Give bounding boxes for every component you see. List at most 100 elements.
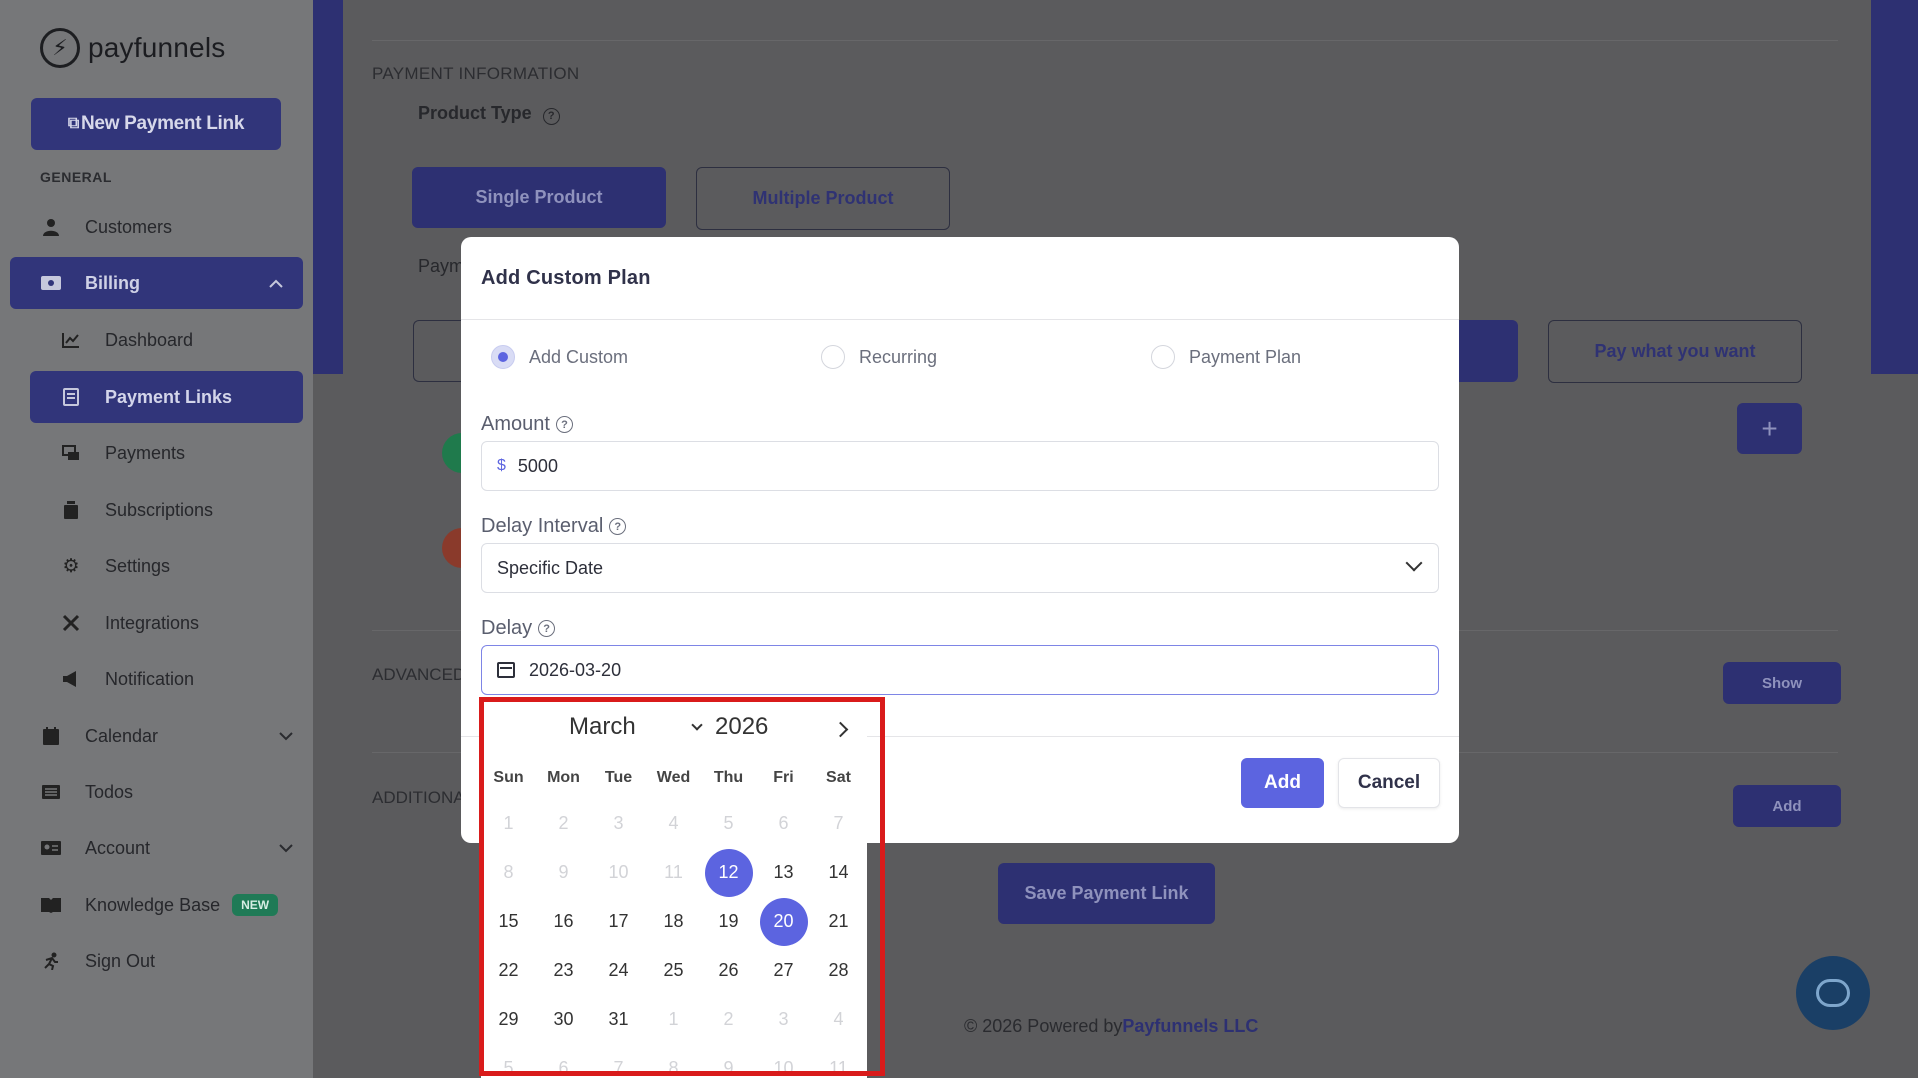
day-cell[interactable]: 24 [591,947,646,995]
day-number[interactable]: 23 [540,947,588,995]
day-number[interactable]: 13 [760,849,808,897]
day-number[interactable]: 8 [650,1045,698,1078]
cancel-button[interactable]: Cancel [1338,758,1440,808]
radio-payment-plan[interactable]: Payment Plan [1151,345,1301,369]
day-cell-next-month[interactable]: 5 [481,1045,536,1078]
day-cell[interactable]: 17 [591,898,646,946]
new-payment-link-button[interactable]: ⧉ New Payment Link [31,98,281,150]
day-number[interactable]: 3 [760,996,808,1044]
day-cell[interactable]: 27 [756,947,811,995]
day-number[interactable]: 7 [595,1045,643,1078]
day-cell[interactable]: 25 [646,947,701,995]
day-cell[interactable]: 22 [481,947,536,995]
day-cell[interactable]: 30 [536,996,591,1044]
day-number[interactable]: 29 [485,996,533,1044]
year-input[interactable]: 2026 [715,713,768,741]
amount-input[interactable]: $ 5000 [481,441,1439,491]
day-cell-next-month[interactable]: 2 [701,996,756,1044]
day-cell[interactable]: 28 [811,947,866,995]
day-cell[interactable]: 21 [811,898,866,946]
footer-brand-link[interactable]: Payfunnels LLC [1122,1016,1258,1036]
sidebar-item-subscriptions[interactable]: Subscriptions [0,484,313,536]
day-cell-next-month[interactable]: 3 [756,996,811,1044]
sidebar-item-payment-links[interactable]: Payment Links [30,371,303,423]
sidebar-item-calendar[interactable]: Calendar [0,710,313,762]
day-number[interactable]: 27 [760,947,808,995]
day-cell[interactable]: 23 [536,947,591,995]
pay-what-you-want-button[interactable]: Pay what you want [1548,320,1802,383]
sidebar-item-notification[interactable]: Notification [0,653,313,705]
sidebar-item-integrations[interactable]: Integrations [0,597,313,649]
day-number[interactable]: 30 [540,996,588,1044]
day-cell[interactable]: 26 [701,947,756,995]
radio-circle[interactable] [491,345,515,369]
add-plan-button[interactable]: + [1737,403,1802,454]
day-cell-next-month[interactable]: 6 [536,1045,591,1078]
day-number[interactable]: 11 [815,1045,863,1078]
chat-widget-button[interactable] [1796,956,1870,1030]
delay-date-input[interactable]: 2026-03-20 [481,645,1439,695]
day-number[interactable]: 5 [485,1045,533,1078]
day-number[interactable]: 26 [705,947,753,995]
single-product-button[interactable]: Single Product [412,167,666,228]
day-number[interactable]: 21 [815,898,863,946]
day-number[interactable]: 16 [540,898,588,946]
sidebar-item-dashboard[interactable]: Dashboard [0,314,313,366]
day-number[interactable]: 9 [705,1045,753,1078]
help-icon[interactable]: ? [538,620,556,637]
day-number[interactable]: 6 [540,1045,588,1078]
day-number[interactable]: 12 [704,848,753,897]
radio-circle[interactable] [1151,345,1175,369]
sidebar-item-todos[interactable]: Todos [0,766,313,818]
delay-interval-select[interactable]: Specific Date [481,543,1439,593]
day-number[interactable]: 24 [595,947,643,995]
multiple-product-button[interactable]: Multiple Product [696,167,950,230]
sidebar-item-customers[interactable]: Customers [0,201,313,253]
day-cell-next-month[interactable]: 9 [701,1045,756,1078]
day-cell[interactable]: 18 [646,898,701,946]
day-number[interactable]: 14 [815,849,863,897]
day-cell-next-month[interactable]: 11 [811,1045,866,1078]
day-number[interactable]: 22 [485,947,533,995]
day-number[interactable]: 15 [485,898,533,946]
day-cell[interactable]: 29 [481,996,536,1044]
save-payment-link-button[interactable]: Save Payment Link [998,863,1215,924]
day-number[interactable]: 4 [815,996,863,1044]
day-cell-next-month[interactable]: 8 [646,1045,701,1078]
sidebar-item-billing[interactable]: Billing [10,257,303,309]
show-advanced-button[interactable]: Show [1723,662,1841,704]
day-number[interactable]: 19 [705,898,753,946]
day-cell-next-month[interactable]: 4 [811,996,866,1044]
day-number[interactable]: 17 [595,898,643,946]
radio-recurring[interactable]: Recurring [821,345,937,369]
day-number[interactable]: 28 [815,947,863,995]
sidebar-item-sign-out[interactable]: Sign Out [0,935,313,987]
day-number[interactable]: 31 [595,996,643,1044]
sidebar-item-settings[interactable]: ⚙ Settings [0,540,313,592]
day-number[interactable]: 25 [650,947,698,995]
chevron-down-icon[interactable] [691,719,703,731]
day-number[interactable]: 18 [650,898,698,946]
day-cell-today[interactable]: 12 [701,848,756,897]
sidebar-item-knowledge-base[interactable]: Knowledge Base NEW [0,879,313,931]
radio-add-custom[interactable]: Add Custom [491,345,628,369]
day-cell[interactable]: 15 [481,898,536,946]
radio-circle[interactable] [821,345,845,369]
next-month-icon[interactable] [832,721,849,738]
brand-logo[interactable]: ⚡ payfunnels [40,28,225,68]
help-icon[interactable]: ? [555,416,573,433]
add-button[interactable]: Add [1241,758,1324,808]
day-number[interactable]: 10 [760,1045,808,1078]
day-cell-next-month[interactable]: 10 [756,1045,811,1078]
month-select[interactable]: March [569,713,636,741]
day-cell-next-month[interactable]: 7 [591,1045,646,1078]
day-number[interactable]: 2 [705,996,753,1044]
sidebar-item-account[interactable]: Account [0,822,313,874]
day-cell-selected[interactable]: 20 [756,897,811,946]
help-icon[interactable]: ? [609,518,627,535]
day-number[interactable]: 20 [759,897,808,946]
add-additional-button[interactable]: Add [1733,785,1841,827]
day-number[interactable]: 1 [650,996,698,1044]
day-cell-next-month[interactable]: 1 [646,996,701,1044]
day-cell[interactable]: 19 [701,898,756,946]
